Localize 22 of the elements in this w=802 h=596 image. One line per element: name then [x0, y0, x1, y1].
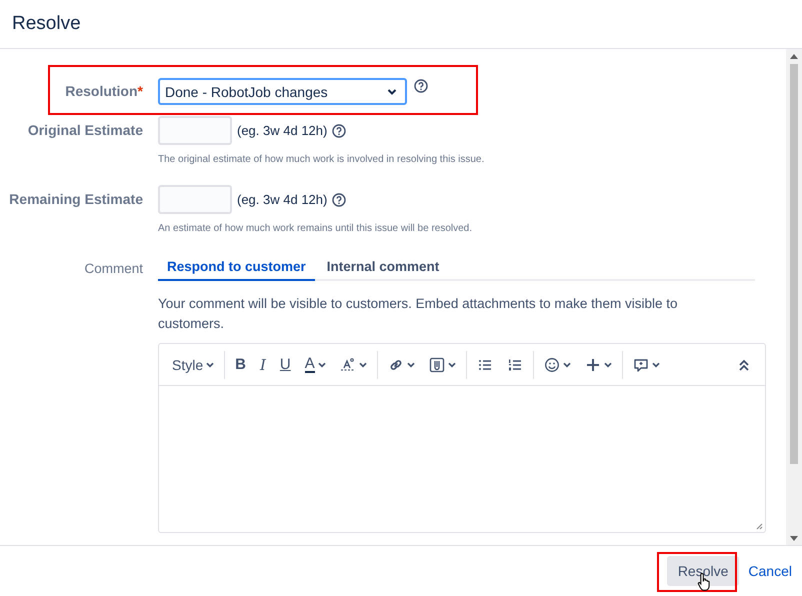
format-hint: (eg. 3w 4d 12h) — [237, 192, 328, 207]
resolution-select[interactable]: Done - RobotJob changes — [158, 78, 407, 105]
required-mark: * — [138, 83, 143, 99]
field-label: Remaining Estimate — [9, 191, 143, 207]
format-button[interactable]: U — [272, 350, 298, 378]
format-button[interactable]: I — [252, 350, 273, 378]
comment-editor[interactable]: Style B I U A — [158, 343, 766, 533]
resolve-button[interactable]: Resolve — [666, 556, 740, 586]
field-description: An estimate of how much work remains until this issue will be resolved. — [158, 223, 472, 234]
format-button[interactable]: A — [298, 350, 333, 378]
field-label: Resolution — [65, 83, 138, 99]
visibility-notice: Your comment will be visible to customers. Embed attachments to make them visible to customers. — [158, 295, 678, 333]
format-button[interactable]: B — [228, 350, 253, 378]
field-description: The original estimate of how much work is involved in resolving this issue. — [158, 154, 484, 165]
comment-tab[interactable]: Respond to customer — [158, 259, 315, 281]
dialog-title: Resolve — [12, 13, 81, 35]
cancel-link[interactable]: Cancel — [748, 563, 792, 579]
format-hint: (eg. 3w 4d 12h) — [237, 123, 328, 138]
field-label: Original Estimate — [28, 122, 143, 138]
field-label: Comment — [84, 261, 143, 276]
style-button[interactable]: Style — [165, 350, 222, 378]
comment-tab[interactable]: Internal comment — [318, 259, 448, 281]
